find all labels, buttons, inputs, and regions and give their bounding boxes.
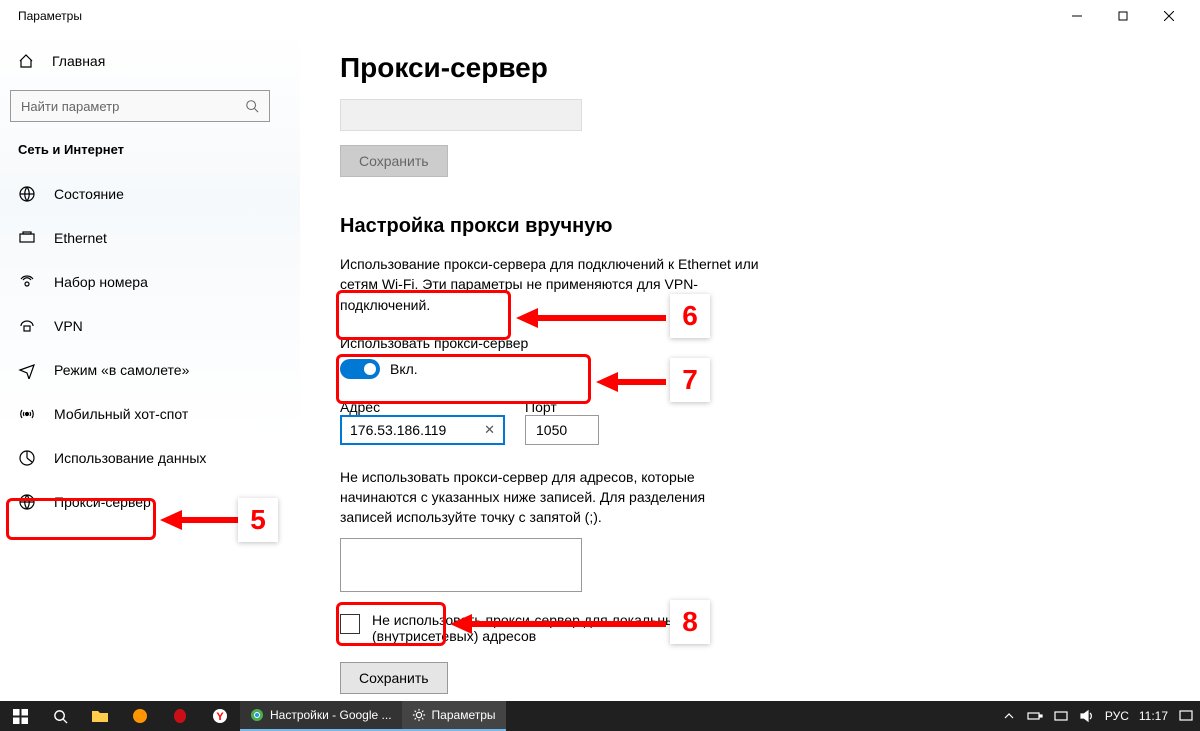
sidebar-item-hotspot[interactable]: Мобильный хот-спот xyxy=(0,392,300,436)
taskbar-yandex[interactable]: Y xyxy=(200,701,240,731)
dialup-icon xyxy=(18,273,36,291)
sidebar-home[interactable]: Главная xyxy=(0,42,300,80)
callout-num-8: 8 xyxy=(670,600,710,644)
folder-icon xyxy=(92,709,108,723)
sidebar-home-label: Главная xyxy=(52,53,105,69)
save-button-label: Сохранить xyxy=(359,153,429,169)
section-title: Настройка прокси вручную xyxy=(340,215,950,238)
gear-icon xyxy=(412,708,426,722)
sidebar-item-label: VPN xyxy=(54,318,83,334)
arrow-5 xyxy=(160,508,240,532)
data-usage-icon xyxy=(18,449,36,467)
sidebar-section-header: Сеть и Интернет xyxy=(0,142,300,157)
vpn-icon xyxy=(18,317,36,335)
svg-text:Y: Y xyxy=(216,711,224,723)
chevron-up-icon[interactable] xyxy=(1001,708,1017,724)
sidebar-item-label: Мобильный хот-спот xyxy=(54,406,188,422)
local-addr-checkbox[interactable] xyxy=(340,614,360,634)
close-button[interactable] xyxy=(1146,0,1192,32)
battery-icon[interactable] xyxy=(1027,708,1043,724)
windows-icon xyxy=(13,709,28,724)
port-input[interactable]: 1050 xyxy=(525,415,599,445)
minimize-button[interactable] xyxy=(1054,0,1100,32)
address-input[interactable]: 176.53.186.119 ✕ xyxy=(340,415,505,445)
window-titlebar: Параметры xyxy=(0,0,1200,32)
exceptions-input[interactable] xyxy=(340,538,582,592)
sidebar-item-label: Ethernet xyxy=(54,230,107,246)
network-icon[interactable] xyxy=(1053,708,1069,724)
sidebar-item-ethernet[interactable]: Ethernet xyxy=(0,216,300,260)
window-controls xyxy=(1054,0,1192,32)
taskbar-opera[interactable] xyxy=(160,701,200,731)
maximize-button[interactable] xyxy=(1100,0,1146,32)
sidebar-item-label: Режим «в самолете» xyxy=(54,362,189,378)
taskbar-chrome[interactable]: Настройки - Google ... xyxy=(240,701,402,731)
address-label: Адрес xyxy=(340,399,505,415)
arrow-8 xyxy=(450,612,666,636)
sidebar-item-label: Состояние xyxy=(54,186,124,202)
script-url-input[interactable] xyxy=(340,99,582,131)
sidebar-item-label: Прокси-сервер xyxy=(54,494,151,510)
search-icon xyxy=(245,99,259,113)
search-input[interactable]: Найти параметр xyxy=(10,90,270,122)
volume-icon[interactable] xyxy=(1079,708,1095,724)
sidebar: Главная Найти параметр Сеть и Интернет С… xyxy=(0,32,300,701)
port-label: Порт xyxy=(525,399,599,415)
content: Прокси-сервер Сохранить Настройка прокси… xyxy=(300,32,950,701)
taskbar-search-button[interactable] xyxy=(40,701,80,731)
window-title: Параметры xyxy=(8,9,82,23)
firefox-icon xyxy=(132,708,148,724)
sidebar-item-vpn[interactable]: VPN xyxy=(0,304,300,348)
save-button[interactable]: Сохранить xyxy=(340,662,448,694)
opera-icon xyxy=(172,708,188,724)
taskbar-settings-label: Параметры xyxy=(432,708,496,722)
port-value: 1050 xyxy=(536,422,567,438)
toggle-state-text: Вкл. xyxy=(390,361,418,377)
sidebar-item-status[interactable]: Состояние xyxy=(0,172,300,216)
taskbar-settings[interactable]: Параметры xyxy=(402,701,506,731)
system-tray: РУС 11:17 xyxy=(1001,708,1200,724)
taskbar-explorer[interactable] xyxy=(80,701,120,731)
callout-num-6: 6 xyxy=(670,294,710,338)
sidebar-item-label: Набор номера xyxy=(54,274,148,290)
chrome-icon xyxy=(250,708,264,722)
tray-lang[interactable]: РУС xyxy=(1105,709,1129,723)
use-proxy-label: Использовать прокси-сервер xyxy=(340,335,950,351)
status-icon xyxy=(18,185,36,203)
ethernet-icon xyxy=(18,229,36,247)
sidebar-item-dialup[interactable]: Набор номера xyxy=(0,260,300,304)
search-icon xyxy=(53,709,68,724)
search-placeholder: Найти параметр xyxy=(21,99,119,114)
page-title: Прокси-сервер xyxy=(340,52,950,84)
tray-time[interactable]: 11:17 xyxy=(1139,709,1168,723)
clear-icon[interactable]: ✕ xyxy=(484,422,495,438)
sidebar-item-label: Использование данных xyxy=(54,450,206,466)
taskbar: Y Настройки - Google ... Параметры РУС 1… xyxy=(0,701,1200,731)
home-icon xyxy=(18,53,34,69)
address-value: 176.53.186.119 xyxy=(350,422,446,438)
sidebar-item-airplane[interactable]: Режим «в самолете» xyxy=(0,348,300,392)
hotspot-icon xyxy=(18,405,36,423)
save-button-label: Сохранить xyxy=(359,670,429,686)
airplane-icon xyxy=(18,361,36,379)
sidebar-item-datausage[interactable]: Использование данных xyxy=(0,436,300,480)
yandex-icon: Y xyxy=(212,708,228,724)
start-button[interactable] xyxy=(0,701,40,731)
proxy-icon xyxy=(18,493,36,511)
save-button-disabled: Сохранить xyxy=(340,145,448,177)
arrow-7 xyxy=(596,370,666,394)
notifications-icon[interactable] xyxy=(1178,708,1194,724)
exceptions-desc: Не использовать прокси-сервер для адресо… xyxy=(340,467,760,528)
taskbar-firefox[interactable] xyxy=(120,701,160,731)
callout-num-5: 5 xyxy=(238,498,278,542)
arrow-6 xyxy=(516,306,666,330)
taskbar-chrome-label: Настройки - Google ... xyxy=(270,708,392,722)
use-proxy-toggle[interactable] xyxy=(340,359,380,379)
callout-num-7: 7 xyxy=(670,358,710,402)
